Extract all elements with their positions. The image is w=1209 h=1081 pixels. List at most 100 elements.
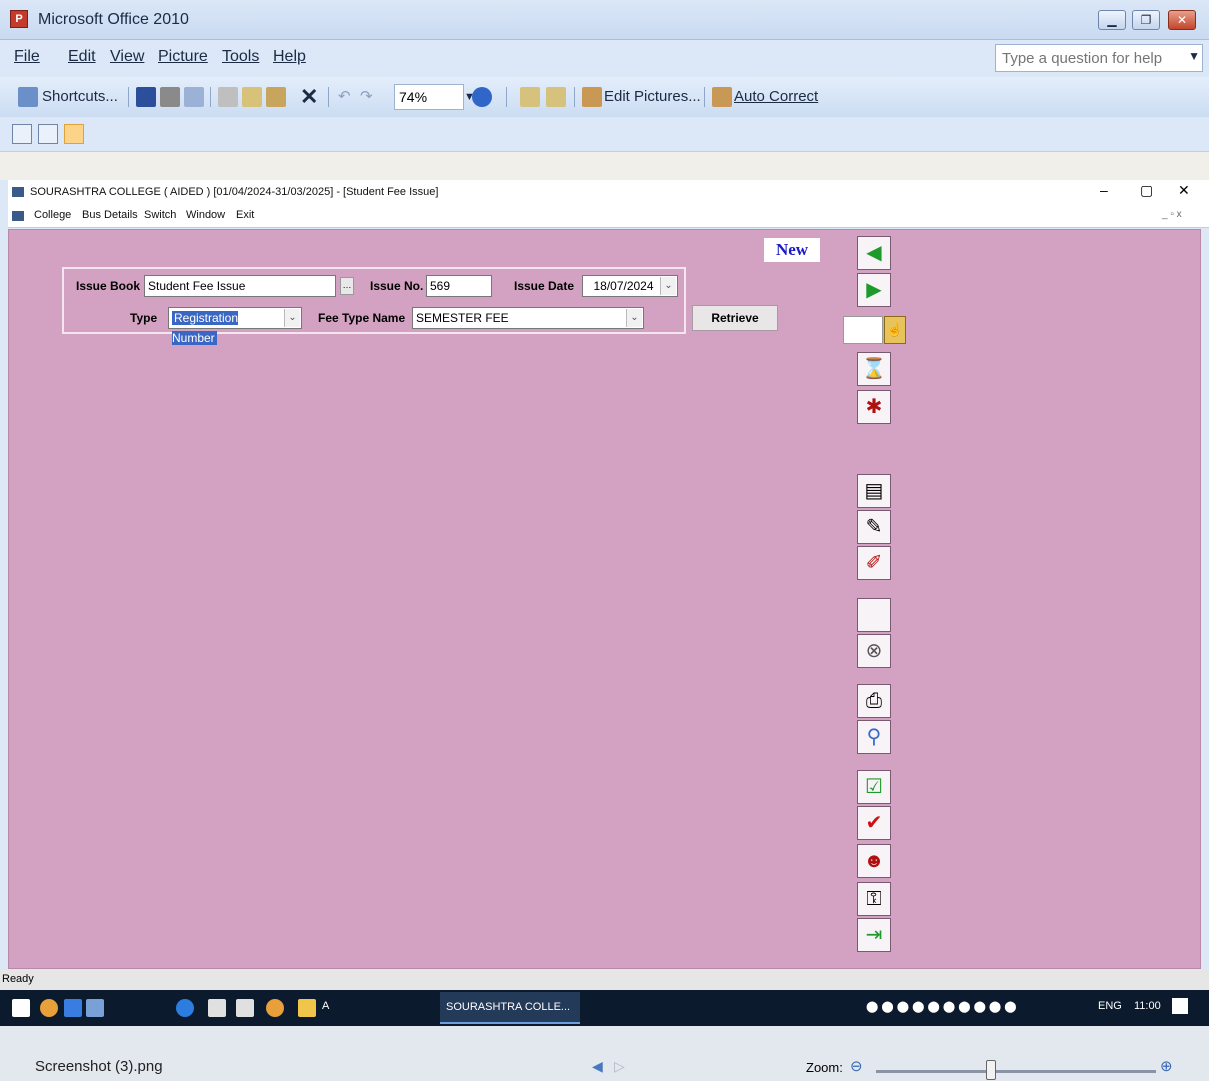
bug-icon[interactable]: ✱ [857,390,891,424]
menu-college[interactable]: College [34,209,71,221]
edit-pictures-button[interactable]: Edit Pictures... [604,85,701,109]
chevron-down-icon[interactable]: ⌄ [284,309,300,327]
store-icon[interactable] [208,999,226,1017]
help-search-input[interactable] [996,45,1176,71]
viewer-background [0,1026,1209,1054]
next-image-icon[interactable]: ▷ [614,1058,625,1075]
minimize-button[interactable]: ▁ [1098,10,1126,30]
explorer-icon[interactable] [86,999,104,1017]
hourglass-icon[interactable]: ⌛ [857,352,891,386]
zoom-in-icon[interactable]: ⊕ [1160,1057,1173,1075]
shortcuts-button[interactable]: Shortcuts... [42,85,118,109]
close-button[interactable]: ✕ [1168,10,1196,30]
restore-button[interactable]: ❐ [1132,10,1160,30]
zoom-slider-handle[interactable] [986,1060,996,1080]
email-icon[interactable] [184,87,204,107]
folder-icon[interactable] [298,999,316,1017]
zoom-out-icon[interactable]: ⊖ [850,1057,863,1075]
key-icon[interactable]: ⚿ [857,882,891,916]
inner-close-button[interactable]: ✕ [1178,182,1190,199]
menu-edit[interactable]: Edit [68,48,96,66]
fee-type-select[interactable]: SEMESTER FEE ⌄ [412,307,644,329]
chevron-down-icon[interactable]: ⌄ [626,309,642,327]
issue-book-field[interactable]: Student Fee Issue [144,275,336,297]
exit-door-icon[interactable]: ⇥ [857,918,891,952]
menu-bus-details[interactable]: Bus Details [82,209,138,221]
issue-no-field[interactable]: 569 [426,275,492,297]
next-record-icon[interactable]: ▶ [857,273,891,307]
window-title: Microsoft Office 2010 [38,11,189,28]
edge-icon[interactable] [176,999,194,1017]
preview-search-icon[interactable]: ⚲ [857,720,891,754]
rotate-right-icon[interactable] [546,87,566,107]
hand-pointer-icon[interactable]: ☝ [884,316,906,344]
mdi-controls[interactable]: _ ▫ x [1162,209,1182,220]
issue-date-field[interactable]: 18/07/2024 ⌄ [582,275,678,297]
rotate-left-icon[interactable] [520,87,540,107]
zoom-slider-track[interactable] [876,1070,1156,1073]
type-select[interactable]: Registration Number ⌄ [168,307,302,345]
menu-picture[interactable]: Picture [158,48,208,66]
approve-checklist-icon[interactable]: ☑ [857,770,891,804]
menu-tools[interactable]: Tools [222,48,259,66]
standard-toolbar: Shortcuts... ✕ ↶ ↷ ▼ Edit Pictures... Au… [0,77,1209,117]
menu-switch[interactable]: Switch [144,209,176,221]
zoom-input[interactable]: 74% [394,84,464,110]
cut-icon[interactable] [218,87,238,107]
chrome-icon[interactable] [266,999,284,1017]
previous-image-icon[interactable]: ◀ [592,1058,603,1075]
language-indicator[interactable]: ENG [1098,1000,1122,1012]
redo-icon[interactable]: ↷ [360,85,373,109]
toolbar-divider [506,87,507,107]
issue-book-lookup-button[interactable]: … [340,277,354,295]
verify-check-icon[interactable]: ✔ [857,806,891,840]
chevron-down-icon[interactable]: ⌄ [660,277,676,295]
issue-date-value: 18/07/2024 [593,279,654,293]
add-record-icon[interactable]: ▤ [857,474,891,508]
edit-record-icon[interactable]: ✎ [857,510,891,544]
print-icon[interactable] [160,87,180,107]
toolbar-divider [328,87,329,107]
file-name: Screenshot (3).png [35,1058,163,1075]
menu-exit[interactable]: Exit [236,209,254,221]
record-search-input[interactable] [843,316,883,344]
undo-icon[interactable]: ↶ [338,85,351,109]
inner-maximize-button[interactable]: ▢ [1140,182,1153,199]
delete-record-icon[interactable]: ✐ [857,546,891,580]
clock[interactable]: 11:00 [1134,1000,1161,1012]
pinned-label[interactable]: A [322,1000,329,1012]
blank-tool-button[interactable] [857,598,891,632]
mail-icon[interactable] [236,999,254,1017]
menu-file[interactable]: File [14,48,40,66]
delete-icon[interactable]: ✕ [300,85,318,109]
menu-help[interactable]: Help [273,48,306,66]
inner-minimize-button[interactable]: – [1100,182,1108,198]
notification-icon[interactable] [1172,998,1188,1014]
system-tray-icons[interactable]: ⬤ ⬤ ⬤ ⬤ ⬤ ⬤ ⬤ ⬤ ⬤ ⬤ [866,1000,1017,1013]
taskbar-app-button[interactable]: SOURASHTRA COLLE... [440,992,580,1024]
filmstrip-view-icon[interactable] [38,124,58,144]
auto-correct-button[interactable]: Auto Correct [734,85,818,109]
windows-start-icon[interactable] [12,999,30,1017]
toolbar-divider [574,87,575,107]
previous-record-icon[interactable]: ◀ [857,236,891,270]
help-icon[interactable] [472,87,492,107]
menu-view[interactable]: View [110,48,144,66]
user-icon[interactable]: ☻ [857,844,891,878]
single-picture-view-icon[interactable] [64,124,84,144]
shortcuts-icon [18,87,38,107]
thumbnail-view-icon[interactable] [12,124,32,144]
retrieve-button[interactable]: Retrieve [692,305,778,331]
help-search-box[interactable]: ▼ [995,44,1203,72]
issue-book-label: Issue Book [76,279,141,293]
chevron-down-icon[interactable]: ▼ [1188,49,1200,63]
menu-window[interactable]: Window [186,209,225,221]
view-bar [0,118,1209,152]
copy-icon[interactable] [242,87,262,107]
chrome-icon[interactable] [40,999,58,1017]
paste-icon[interactable] [266,87,286,107]
cancel-icon[interactable]: ⊗ [857,634,891,668]
print-icon[interactable]: ⎙ [857,684,891,718]
save-icon[interactable] [136,87,156,107]
app-icon[interactable] [64,999,82,1017]
